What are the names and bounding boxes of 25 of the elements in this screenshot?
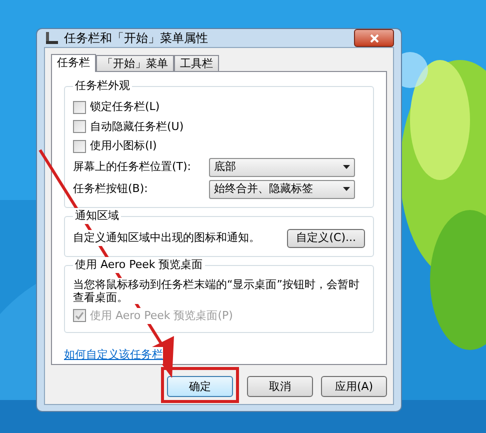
dialog-button[interactable]: 应用(A): [321, 376, 387, 398]
checkbox-label: 使用 Aero Peek 预览桌面(P): [90, 308, 233, 324]
caret-icon: [343, 165, 350, 169]
group-title: 通知区域: [73, 208, 121, 224]
checkbox[interactable]: [73, 140, 86, 153]
window-title: 任务栏和「开始」菜单属性: [64, 30, 208, 47]
tab[interactable]: 「开始」菜单: [96, 55, 174, 71]
tab[interactable]: 工具栏: [174, 55, 219, 71]
dialog-button[interactable]: 取消: [247, 376, 313, 398]
close-button[interactable]: [354, 29, 394, 47]
customize-button[interactable]: 自定义(C)...: [287, 228, 365, 248]
dropdown[interactable]: 底部: [209, 158, 355, 176]
checkbox[interactable]: [73, 100, 86, 114]
close-icon: [370, 34, 378, 42]
dropdown-label: 任务栏按钮(B):: [73, 180, 149, 197]
tab[interactable]: 任务栏: [51, 54, 96, 72]
checkbox[interactable]: [73, 120, 86, 134]
dropdown-label: 屏幕上的任务栏位置(T):: [73, 158, 192, 175]
check-icon: [75, 311, 84, 320]
dialog-button[interactable]: 确定: [167, 376, 233, 398]
taskbar-icon: [44, 30, 60, 46]
group-title: 使用 Aero Peek 预览桌面: [73, 256, 205, 273]
dropdown[interactable]: 始终合并、隐藏标签: [209, 180, 355, 198]
help-link[interactable]: 如何自定义该任务栏: [64, 347, 163, 364]
caret-icon: [343, 187, 350, 191]
